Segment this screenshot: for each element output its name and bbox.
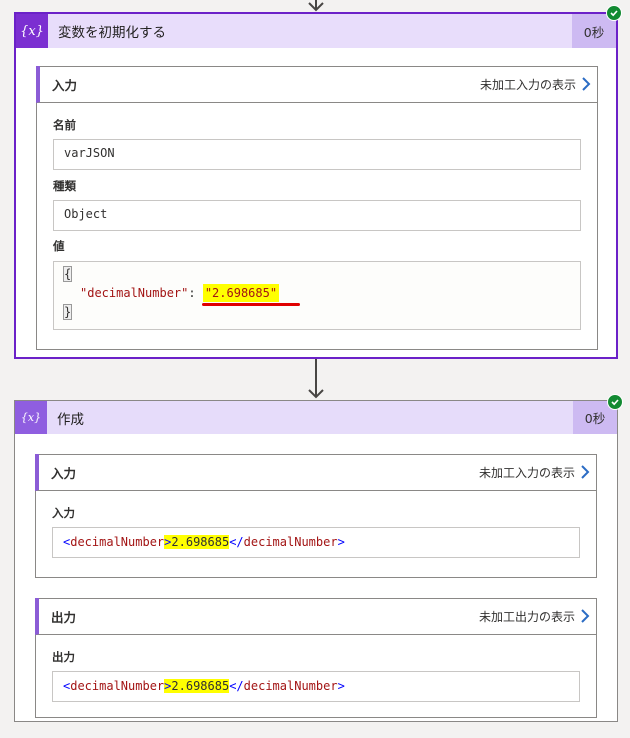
card-title: 作成: [57, 411, 84, 428]
show-raw-outputs-link[interactable]: 未加工出力の表示: [479, 608, 575, 625]
close-lt-bracket: </: [229, 535, 244, 549]
close-tag-name: decimalNumber: [243, 535, 338, 549]
input-section: 入力 未加工入力の表示 名前 varJSON 種類 Object 値 { "de…: [36, 66, 598, 350]
arrow-down-icon: [308, 359, 324, 399]
initialize-variable-card[interactable]: {x} 変数を初期化する 0秒 入力 未加工入力の表示 名前 varJSON 種…: [14, 12, 618, 359]
success-check-icon: [606, 5, 622, 21]
name-label: 名前: [53, 118, 76, 132]
close-tag-name: decimalNumber: [243, 679, 338, 693]
type-value-box: Object: [53, 200, 581, 231]
output-section: 出力 未加工出力の表示 出力 <decimalNumber>2.698685</…: [35, 598, 597, 718]
section-header[interactable]: 出力 未加工出力の表示: [35, 598, 597, 635]
card-header[interactable]: {𝑥} 作成 0秒: [15, 401, 617, 434]
close-lt-bracket: </: [229, 679, 244, 693]
open-tag-name: decimalNumber: [70, 535, 165, 549]
json-string-value: "2.698685": [202, 284, 280, 302]
json-key: "decimalNumber": [80, 286, 189, 300]
chevron-right-icon[interactable]: [580, 77, 592, 91]
name-value: varJSON: [64, 146, 115, 160]
json-open-brace: {: [62, 266, 73, 282]
output-label: 出力: [52, 650, 75, 664]
card-title: 変数を初期化する: [58, 25, 166, 41]
variable-icon: {x}: [16, 14, 48, 48]
arrow-down-icon: [308, 0, 324, 12]
input-label: 入力: [52, 506, 75, 520]
section-label: 入力: [51, 465, 77, 481]
connector-arrow-top: [306, 0, 326, 12]
chevron-right-icon[interactable]: [579, 609, 591, 623]
input-value-box: <decimalNumber>2.698685</decimalNumber>: [52, 527, 580, 558]
show-raw-inputs-link[interactable]: 未加工入力の表示: [480, 76, 576, 93]
json-colon: :: [188, 286, 203, 300]
open-tag-name: decimalNumber: [70, 679, 165, 693]
xml-value: 2.698685: [171, 679, 230, 693]
show-raw-inputs-link[interactable]: 未加工入力の表示: [479, 464, 575, 481]
section-header[interactable]: 入力 未加工入力の表示: [36, 66, 598, 103]
name-value-box: varJSON: [53, 139, 581, 170]
connector-arrow-middle: [306, 359, 326, 401]
type-label: 種類: [53, 179, 76, 193]
card-header[interactable]: {x} 変数を初期化する 0秒: [16, 14, 616, 48]
success-check-icon: [607, 394, 623, 410]
compose-icon: {𝑥}: [15, 401, 47, 434]
value-label: 値: [53, 239, 65, 253]
xml-value: 2.698685: [171, 535, 230, 549]
chevron-right-icon[interactable]: [579, 465, 591, 479]
compose-card[interactable]: {𝑥} 作成 0秒 入力 未加工入力の表示 入力 <decimalNumber>…: [14, 400, 618, 722]
type-value: Object: [64, 207, 108, 221]
section-label: 入力: [52, 77, 78, 93]
close-gt-bracket: >: [337, 535, 345, 549]
input-section: 入力 未加工入力の表示 入力 <decimalNumber>2.698685</…: [35, 454, 597, 578]
section-label: 出力: [51, 609, 77, 625]
value-code-box: { "decimalNumber": "2.698685" }: [53, 261, 581, 330]
red-underline: [202, 303, 300, 306]
output-value-box: <decimalNumber>2.698685</decimalNumber>: [52, 671, 580, 702]
close-gt-bracket: >: [337, 679, 345, 693]
section-header[interactable]: 入力 未加工入力の表示: [35, 454, 597, 491]
json-close-brace: }: [62, 304, 73, 320]
